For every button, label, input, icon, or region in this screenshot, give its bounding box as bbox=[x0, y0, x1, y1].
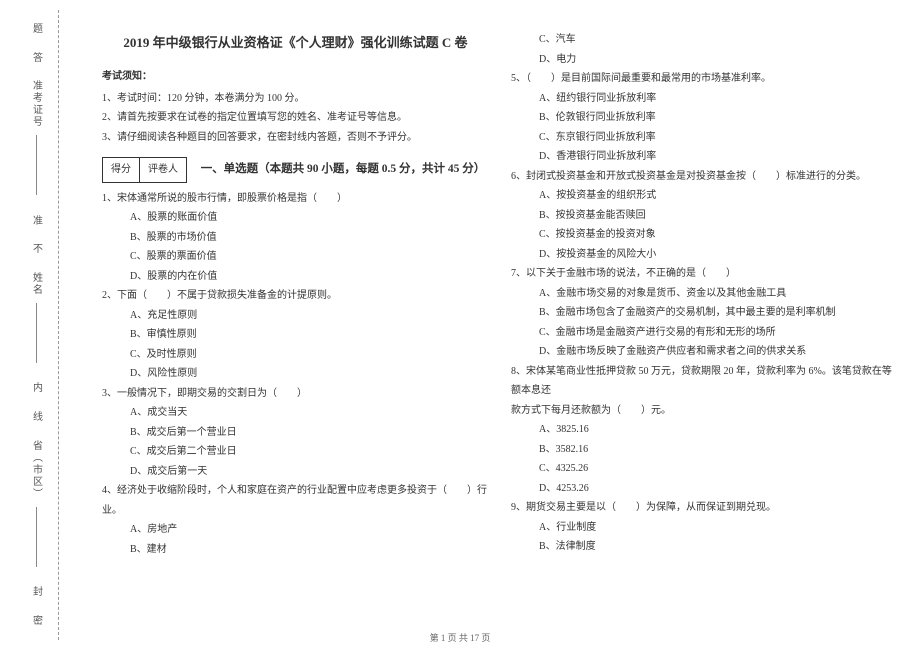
question-5: 5、（ ）是目前国际间最重要和最常用的市场基准利率。 bbox=[511, 69, 898, 89]
q8-option-b: B、3582.16 bbox=[539, 440, 898, 460]
score-label: 得分 bbox=[103, 158, 140, 182]
question-6: 6、封闭式投资基金和开放式投资基金是对投资基金按（ ）标准进行的分类。 bbox=[511, 167, 898, 187]
binding-name-underline bbox=[36, 303, 37, 363]
binding-no-char: 不 bbox=[29, 243, 44, 255]
binding-seal-char: 题 bbox=[29, 23, 44, 35]
q6-option-a: A、按投资基金的组织形式 bbox=[539, 186, 898, 206]
q4-option-c: C、汽车 bbox=[539, 30, 898, 50]
section-1-title: 一、单选题（本题共 90 小题，每题 0.5 分，共计 45 分） bbox=[197, 158, 489, 180]
binding-region-group: 省（市区） bbox=[29, 440, 44, 570]
q2-option-d: D、风险性原则 bbox=[130, 364, 489, 384]
binding-feng-char: 封 bbox=[29, 586, 44, 598]
exam-sheet: 2019 年中级银行从业资格证《个人理财》强化训练试题 C 卷 考试须知： 1、… bbox=[72, 0, 920, 650]
q7-option-b: B、金融市场包含了金融资产的交易机制，其中最主要的是利率机制 bbox=[539, 303, 898, 323]
binding-cert-underline bbox=[36, 135, 37, 195]
q5-option-d: D、香港银行同业拆放利率 bbox=[539, 147, 898, 167]
question-8-line1: 8、宋体某笔商业性抵押贷款 50 万元，贷款期限 20 年，贷款利率为 6%。该… bbox=[511, 362, 898, 401]
exam-title: 2019 年中级银行从业资格证《个人理财》强化训练试题 C 卷 bbox=[102, 30, 489, 55]
question-7: 7、以下关于金融市场的说法，不正确的是（ ） bbox=[511, 264, 898, 284]
q5-option-a: A、纽约银行同业拆放利率 bbox=[539, 89, 898, 109]
question-1: 1、宋体通常所说的股市行情，即股票价格是指（ ） bbox=[102, 189, 489, 209]
question-8-line2: 款方式下每月还款额为（ ）元。 bbox=[511, 401, 898, 421]
notice-item-1: 1、考试时间：120 分钟，本卷满分为 100 分。 bbox=[102, 89, 489, 109]
binding-dashed-line bbox=[58, 10, 59, 640]
question-9: 9、期货交易主要是以（ ）为保障，从而保证到期兑现。 bbox=[511, 498, 898, 518]
q5-option-b: B、伦敦银行同业拆放利率 bbox=[539, 108, 898, 128]
q3-option-c: C、成交后第二个营业日 bbox=[130, 442, 489, 462]
binding-cert-label: 准考证号 bbox=[29, 80, 44, 128]
q2-option-c: C、及时性原则 bbox=[130, 345, 489, 365]
q9-option-a: A、行业制度 bbox=[539, 518, 898, 538]
q8-option-a: A、3825.16 bbox=[539, 420, 898, 440]
q6-option-b: B、按投资基金能否赎回 bbox=[539, 206, 898, 226]
q5-option-c: C、东京银行同业拆放利率 bbox=[539, 128, 898, 148]
q4-option-d: D、电力 bbox=[539, 50, 898, 70]
grader-label: 评卷人 bbox=[140, 158, 186, 182]
left-column: 2019 年中级银行从业资格证《个人理财》强化训练试题 C 卷 考试须知： 1、… bbox=[102, 30, 489, 640]
q7-option-a: A、金融市场交易的对象是货币、资金以及其他金融工具 bbox=[539, 284, 898, 304]
binding-region-label: 省（市区） bbox=[29, 440, 44, 500]
q3-option-d: D、成交后第一天 bbox=[130, 462, 489, 482]
q4-option-b: B、建材 bbox=[130, 540, 489, 560]
notice-item-2: 2、请首先按要求在试卷的指定位置填写您的姓名、准考证号等信息。 bbox=[102, 108, 489, 128]
right-column: C、汽车 D、电力 5、（ ）是目前国际间最重要和最常用的市场基准利率。 A、纽… bbox=[511, 30, 898, 640]
binding-name-group: 姓名 bbox=[29, 272, 44, 366]
q4-option-a: A、房地产 bbox=[130, 520, 489, 540]
question-4: 4、经济处于收缩阶段时，个人和家庭在资产的行业配置中应考虑更多投资于（ ）行业。 bbox=[102, 481, 489, 520]
q1-option-d: D、股票的内在价值 bbox=[130, 267, 489, 287]
q7-option-d: D、金融市场反映了金融资产供应者和需求者之间的供求关系 bbox=[539, 342, 898, 362]
q8-option-d: D、4253.26 bbox=[539, 479, 898, 499]
binding-mi-char: 密 bbox=[29, 615, 44, 627]
q1-option-a: A、股票的账面价值 bbox=[130, 208, 489, 228]
binding-answer-char: 答 bbox=[29, 52, 44, 64]
binding-cert-group: 准考证号 bbox=[29, 80, 44, 198]
question-3: 3、一般情况下，即期交易的交割日为（ ） bbox=[102, 384, 489, 404]
binding-zhun-char: 准 bbox=[29, 215, 44, 227]
binding-region-underline bbox=[36, 507, 37, 567]
q8-option-c: C、4325.26 bbox=[539, 459, 898, 479]
binding-name-label: 姓名 bbox=[29, 272, 44, 296]
q1-option-c: C、股票的票面价值 bbox=[130, 247, 489, 267]
q6-option-c: C、按投资基金的投资对象 bbox=[539, 225, 898, 245]
q1-option-b: B、股票的市场价值 bbox=[130, 228, 489, 248]
notice-item-3: 3、请仔细阅读各种题目的回答要求，在密封线内答题，否则不予评分。 bbox=[102, 128, 489, 148]
q2-option-a: A、充足性原则 bbox=[130, 306, 489, 326]
q3-option-a: A、成交当天 bbox=[130, 403, 489, 423]
q2-option-b: B、审慎性原则 bbox=[130, 325, 489, 345]
page-footer: 第 1 页 共 17 页 bbox=[0, 631, 920, 644]
score-box: 得分 评卷人 bbox=[102, 157, 187, 183]
binding-strip: 题 答 准考证号 准 不 姓名 内 线 省（市区） 封 密 bbox=[0, 0, 72, 650]
binding-inside-char: 内 bbox=[29, 382, 44, 394]
q9-option-b: B、法律制度 bbox=[539, 537, 898, 557]
question-2: 2、下面（ ）不属于贷款损失准备金的计提原则。 bbox=[102, 286, 489, 306]
notice-heading: 考试须知： bbox=[102, 67, 489, 87]
q6-option-d: D、按投资基金的风险大小 bbox=[539, 245, 898, 265]
q7-option-c: C、金融市场是金融资产进行交易的有形和无形的场所 bbox=[539, 323, 898, 343]
binding-line-char: 线 bbox=[29, 411, 44, 423]
q3-option-b: B、成交后第一个营业日 bbox=[130, 423, 489, 443]
